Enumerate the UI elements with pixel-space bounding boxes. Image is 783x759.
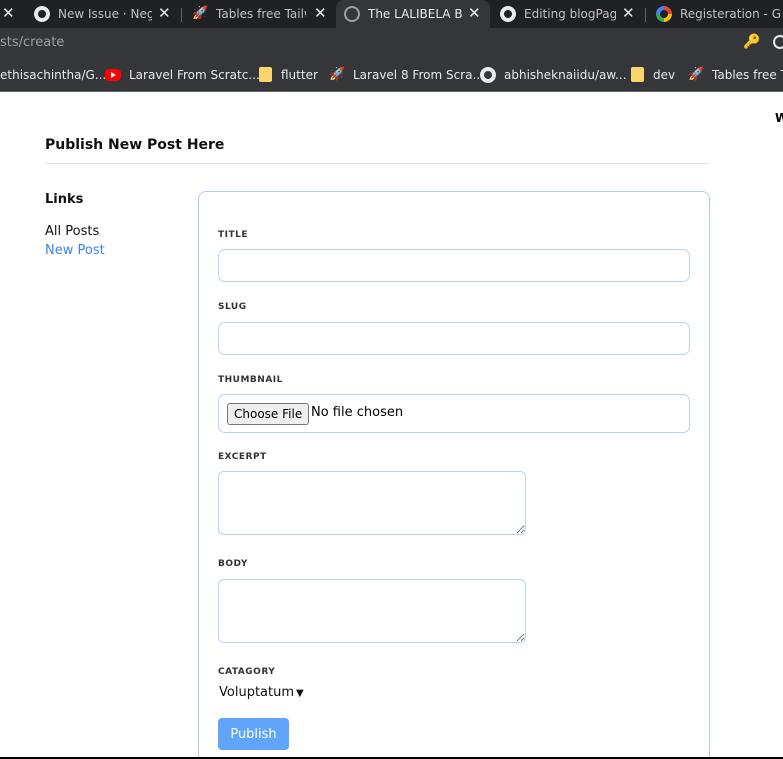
excerpt-label: EXCERPT (218, 452, 267, 462)
slug-label: SLUG (218, 302, 247, 312)
zoom-icon[interactable] (773, 35, 783, 49)
bookmark-label: Laravel From Scratc... (129, 68, 260, 82)
folder-icon (631, 67, 644, 82)
tab-separator (181, 8, 182, 22)
tab-title: Tables free Tailwi (216, 7, 306, 21)
tab-separator (645, 8, 646, 22)
body-textarea[interactable] (218, 579, 526, 643)
publish-button[interactable]: Publish (218, 718, 289, 750)
folder-icon (259, 67, 272, 82)
close-icon[interactable]: ✕ (622, 4, 635, 22)
github-icon (34, 6, 50, 22)
close-icon[interactable]: ✕ (468, 4, 481, 22)
post-form: TITLE SLUG THUMBNAIL Choose File No file… (198, 191, 710, 759)
close-icon[interactable]: ✕ (2, 4, 15, 22)
bookmark-label: flutter (281, 68, 318, 82)
tab-title: New Issue · Negu (58, 7, 152, 21)
page-title: Publish New Post Here (45, 137, 225, 153)
new-post-link[interactable]: New Post (45, 243, 105, 258)
tab-registeration[interactable]: Registeration - G (648, 0, 783, 28)
title-input[interactable] (218, 249, 690, 282)
bookmark-label: Tables free Tail (712, 68, 783, 82)
bookmark-label: dev (653, 68, 676, 82)
github-icon (500, 6, 516, 22)
page-content: W Publish New Post Here Links All Posts … (0, 93, 783, 759)
tab-title: Registeration - G (680, 7, 782, 21)
close-icon[interactable]: ✕ (158, 4, 171, 22)
corner-text: W (775, 111, 783, 125)
thumbnail-file-input[interactable]: Choose File No file chosen (218, 394, 690, 433)
tab-tables-tailwind[interactable]: 🚀 Tables free Tailwi ✕ (184, 0, 334, 28)
links-heading: Links (45, 192, 84, 207)
title-label: TITLE (218, 230, 249, 240)
bookmark-label: ethisachintha/G... (0, 68, 107, 82)
choose-file-button[interactable]: Choose File (227, 403, 310, 425)
rocket-icon: 🚀 (688, 67, 705, 82)
google-icon (656, 6, 672, 22)
tab-new-issue[interactable]: New Issue · Negu ✕ (26, 0, 182, 28)
tab-close-partial[interactable]: ✕ (0, 0, 16, 28)
divider (45, 163, 710, 164)
rocket-icon: 🚀 (192, 6, 209, 21)
category-select[interactable]: Voluptatum ▼ (219, 685, 304, 700)
url-input[interactable]: sts/create (0, 35, 64, 50)
tab-lalibela-blog[interactable]: The LALIBELA Blo ✕ (336, 0, 490, 28)
browser-tab-strip: ✕ New Issue · Negu ✕ 🚀 Tables free Tailw… (0, 0, 783, 28)
close-icon[interactable]: ✕ (314, 4, 327, 22)
bookmark-label: abhisheknaiidu/aw... (504, 68, 627, 82)
key-icon[interactable]: 🔑 (743, 34, 760, 50)
slug-input[interactable] (218, 322, 690, 355)
all-posts-link[interactable]: All Posts (45, 224, 99, 239)
tab-title: The LALIBELA Blo (368, 7, 462, 21)
globe-icon (344, 6, 360, 22)
excerpt-textarea[interactable] (218, 471, 526, 535)
address-toolbar: sts/create 🔑 (0, 28, 783, 58)
thumbnail-label: THUMBNAIL (218, 375, 283, 385)
bookmark-label: Laravel 8 From Scra... (353, 68, 484, 82)
category-value: Voluptatum (219, 685, 295, 700)
category-label: CATAGORY (218, 667, 276, 677)
body-label: BODY (218, 559, 248, 569)
chevron-down-icon: ▼ (296, 688, 304, 699)
tab-title: Editing blogPage (524, 7, 616, 21)
rocket-icon: 🚀 (329, 67, 346, 82)
file-status: No file chosen (311, 405, 404, 420)
tab-editing-blogpage[interactable]: Editing blogPage ✕ (492, 0, 646, 28)
bookmarks-bar: ethisachintha/G... Laravel From Scratc..… (0, 58, 783, 92)
youtube-icon (105, 69, 121, 81)
github-icon (480, 67, 496, 83)
